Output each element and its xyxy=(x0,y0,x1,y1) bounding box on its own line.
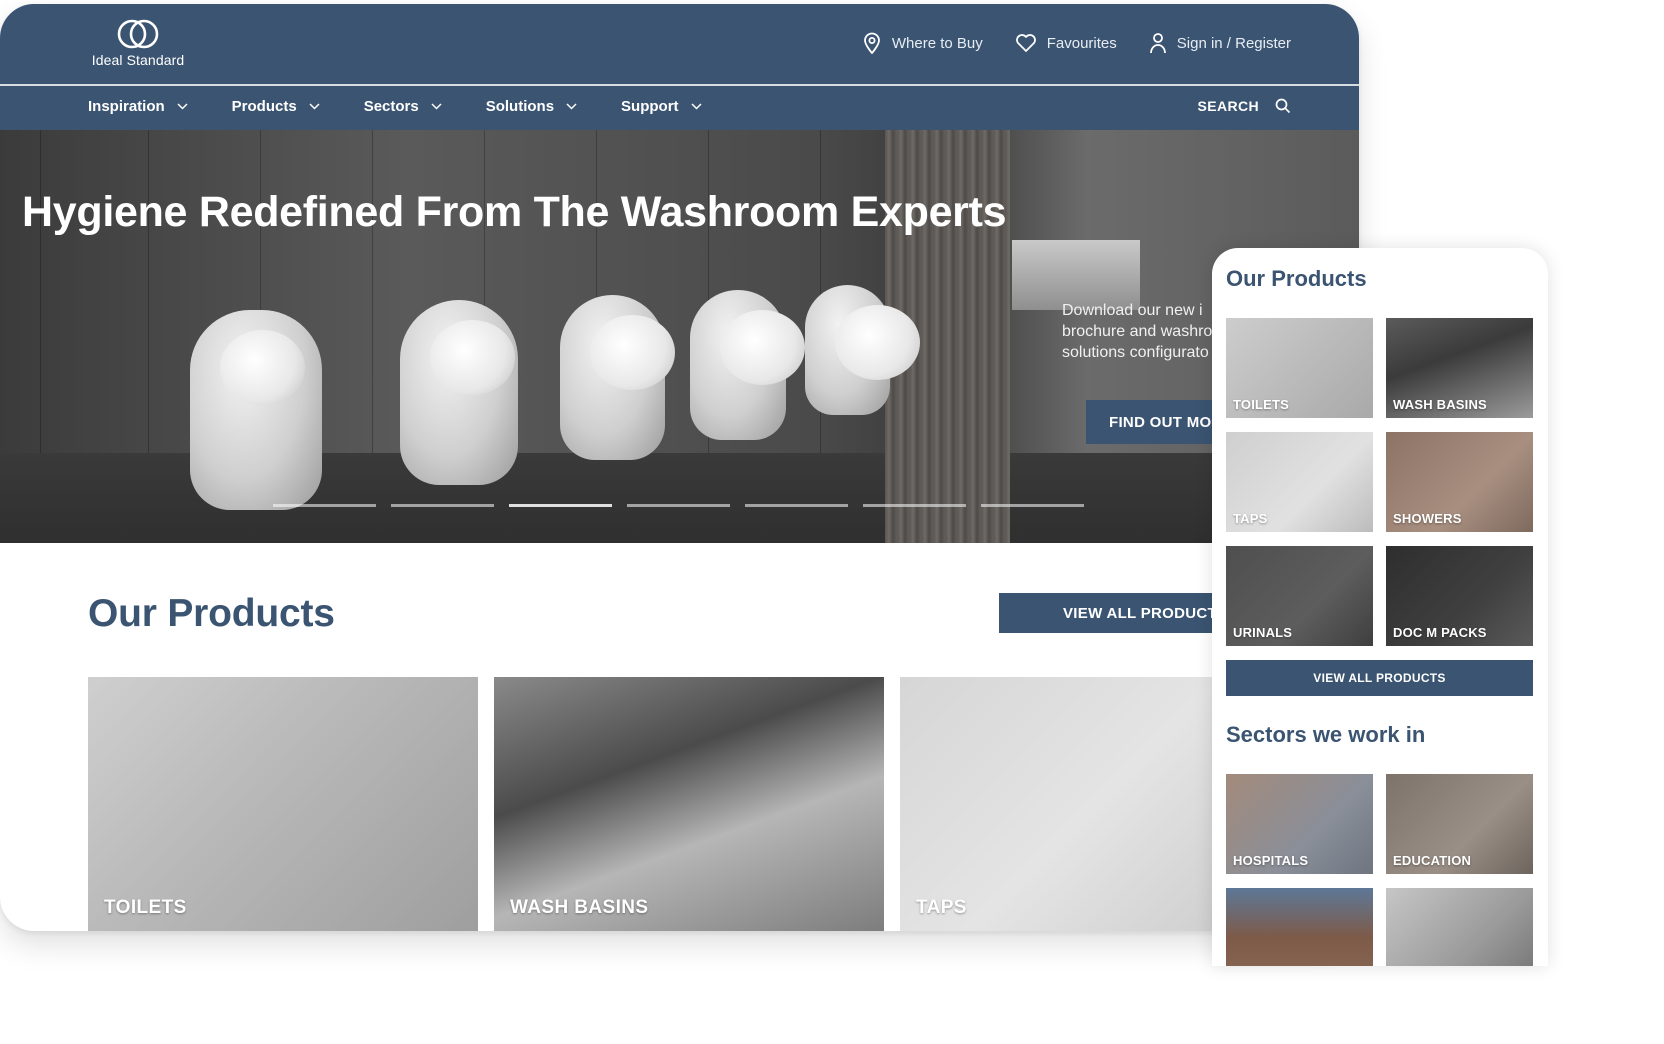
toilets-image xyxy=(88,677,478,931)
where-to-buy-label: Where to Buy xyxy=(891,34,983,52)
product-card-toilets[interactable]: TOILETS xyxy=(88,677,478,931)
house-image xyxy=(1226,888,1373,966)
chevron-down-icon xyxy=(691,103,702,110)
sector-card-label: EDUCATION xyxy=(1393,853,1472,868)
nav-item-label: Products xyxy=(231,98,297,115)
hero-banner: Hygiene Redefined From The Washroom Expe… xyxy=(0,130,1359,543)
slider-indicator[interactable] xyxy=(863,504,966,507)
chevron-down-icon xyxy=(309,103,320,110)
nav-item-label: Sectors xyxy=(363,98,419,115)
brand-name: Ideal Standard xyxy=(91,52,185,68)
search-label: SEARCH xyxy=(1197,98,1259,114)
urinal-image xyxy=(560,295,675,460)
slider-indicator[interactable] xyxy=(745,504,848,507)
mobile-product-card-urinals[interactable]: URINALS xyxy=(1226,546,1373,646)
sectors-heading: Sectors we work in xyxy=(1226,722,1426,747)
mobile-card-label: DOC M PACKS xyxy=(1393,625,1487,640)
nav-item-sectors[interactable]: Sectors xyxy=(364,98,442,115)
mobile-product-card-wash-basins[interactable]: WASH BASINS xyxy=(1386,318,1533,418)
slider-indicator[interactable] xyxy=(627,504,730,507)
urinal-image xyxy=(805,285,920,415)
nav-item-inspiration[interactable]: Inspiration xyxy=(88,98,188,115)
slider-indicator[interactable] xyxy=(981,504,1084,507)
nav-item-label: Support xyxy=(621,98,679,115)
mobile-product-card-doc-m-packs[interactable]: DOC M PACKS xyxy=(1386,546,1533,646)
search-icon xyxy=(1275,98,1291,114)
product-card-label: WASH BASINS xyxy=(510,897,649,918)
mobile-product-card-showers[interactable]: SHOWERS xyxy=(1386,432,1533,532)
sector-card-housing[interactable] xyxy=(1226,888,1373,966)
chevron-down-icon xyxy=(566,103,577,110)
product-category-grid: TOILETS WASH BASINS TAPS xyxy=(88,677,1290,931)
urinal-image xyxy=(400,300,518,485)
favourites-label: Favourites xyxy=(1046,34,1117,52)
slider-indicator[interactable] xyxy=(509,504,612,507)
wash-basins-image xyxy=(494,677,884,931)
hero-title: Hygiene Redefined From The Washroom Expe… xyxy=(22,188,1007,236)
our-products-heading: Our Products xyxy=(88,592,335,635)
heart-icon xyxy=(1015,34,1036,52)
chevron-down-icon xyxy=(177,103,188,110)
slider-indicator[interactable] xyxy=(273,504,376,507)
product-card-label: TAPS xyxy=(916,897,967,918)
sector-card-education[interactable]: EDUCATION xyxy=(1386,774,1533,874)
user-icon xyxy=(1149,33,1166,54)
sign-in-register-link[interactable]: Sign in / Register xyxy=(1149,32,1291,54)
where-to-buy-link[interactable]: Where to Buy xyxy=(862,32,983,54)
chevron-down-icon xyxy=(431,103,442,110)
mobile-product-card-toilets[interactable]: TOILETS xyxy=(1226,318,1373,418)
desktop-site-mockup: Ideal Standard Where to Buy Favourites S… xyxy=(0,4,1359,931)
urinal-image xyxy=(690,290,805,440)
office-image xyxy=(1386,888,1533,966)
nav-item-solutions[interactable]: Solutions xyxy=(486,98,577,115)
location-pin-icon xyxy=(863,32,880,54)
mobile-card-label: TOILETS xyxy=(1233,397,1290,412)
nav-item-label: Inspiration xyxy=(88,98,165,115)
main-navigation: Inspiration Products Sectors Solutions S… xyxy=(0,86,1359,130)
nav-item-label: Solutions xyxy=(485,98,555,115)
nav-item-support[interactable]: Support xyxy=(621,98,702,115)
mobile-card-label: WASH BASINS xyxy=(1393,397,1487,412)
mobile-product-grid: TOILETS WASH BASINS TAPS SHOWERS URINALS… xyxy=(1226,318,1533,646)
slider-indicators xyxy=(273,504,1084,507)
search-button[interactable]: SEARCH xyxy=(1197,98,1291,114)
slider-indicator[interactable] xyxy=(391,504,494,507)
sector-card-offices[interactable] xyxy=(1386,888,1533,966)
mobile-card-label: SHOWERS xyxy=(1393,511,1462,526)
top-header: Ideal Standard Where to Buy Favourites S… xyxy=(0,4,1359,84)
mobile-our-products-heading: Our Products xyxy=(1226,266,1367,291)
utility-nav: Where to Buy Favourites Sign in / Regist… xyxy=(862,32,1291,54)
sector-card-hospitals[interactable]: HOSPITALS xyxy=(1226,774,1373,874)
mobile-card-label: URINALS xyxy=(1233,625,1293,640)
mobile-view-all-products-button[interactable]: VIEW ALL PRODUCTS xyxy=(1226,660,1533,696)
mobile-site-mockup: Our Products TOILETS WASH BASINS TAPS SH… xyxy=(1212,248,1548,966)
sectors-grid: HOSPITALS EDUCATION xyxy=(1226,774,1533,966)
product-card-label: TOILETS xyxy=(104,897,187,918)
mobile-card-label: TAPS xyxy=(1233,511,1268,526)
sector-card-label: HOSPITALS xyxy=(1233,853,1309,868)
interlocking-rings-logo-icon xyxy=(117,19,159,49)
nav-item-products[interactable]: Products xyxy=(232,98,320,115)
urinal-image xyxy=(190,310,322,510)
brand-logo[interactable]: Ideal Standard xyxy=(88,18,188,68)
product-card-wash-basins[interactable]: WASH BASINS xyxy=(494,677,884,931)
sign-in-register-label: Sign in / Register xyxy=(1176,34,1291,52)
favourites-link[interactable]: Favourites xyxy=(1015,32,1117,54)
mobile-product-card-taps[interactable]: TAPS xyxy=(1226,432,1373,532)
